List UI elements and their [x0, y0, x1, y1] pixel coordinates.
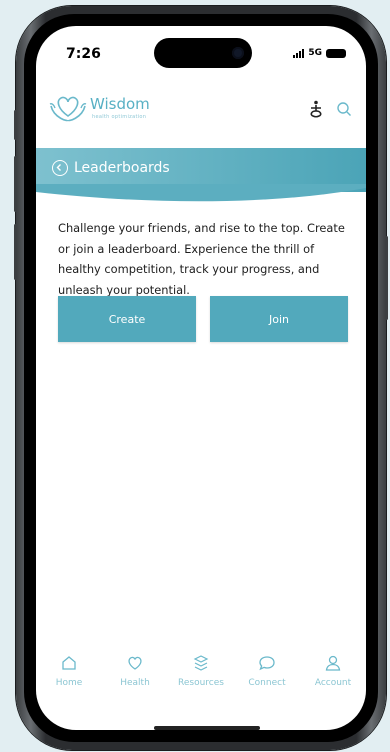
tab-label: Resources — [178, 678, 224, 688]
create-button[interactable]: Create — [58, 296, 196, 342]
dynamic-island — [154, 38, 252, 68]
home-indicator[interactable] — [154, 726, 260, 730]
screen: 7:26 5G Wisdom health optimization Leade… — [36, 26, 366, 730]
volume-down-button — [14, 224, 17, 280]
tab-connect[interactable]: Connect — [234, 654, 300, 704]
signal-icon — [293, 48, 305, 58]
volume-up-button — [14, 156, 17, 212]
action-button — [14, 110, 17, 140]
tab-home[interactable]: Home — [36, 654, 102, 704]
leaderboards-description: Challenge your friends, and rise to the … — [58, 221, 345, 297]
chat-bubble-icon — [259, 656, 275, 671]
phone-bezel: 7:26 5G Wisdom health optimization Leade… — [24, 14, 378, 742]
brand-name: Wisdom — [90, 95, 150, 113]
bottom-tab-bar: Home Health Resources Connect Account — [36, 654, 366, 704]
tab-health[interactable]: Health — [102, 654, 168, 704]
header-actions — [308, 100, 352, 118]
user-icon — [325, 655, 341, 671]
page-title: Leaderboards — [74, 160, 170, 176]
status-time: 7:26 — [66, 46, 101, 62]
wellness-figure-icon[interactable] — [308, 100, 324, 118]
status-indicators: 5G — [293, 48, 346, 58]
heart-icon — [128, 656, 142, 670]
tab-resources[interactable]: Resources — [168, 654, 234, 704]
tab-account[interactable]: Account — [300, 654, 366, 704]
battery-icon — [326, 48, 346, 58]
network-label: 5G — [308, 48, 322, 58]
banner-wave — [36, 184, 366, 202]
tab-label: Connect — [248, 678, 286, 688]
layers-icon — [193, 655, 209, 671]
tab-label: Health — [120, 678, 150, 688]
power-button — [385, 236, 388, 320]
home-icon — [62, 656, 76, 670]
chevron-left-circle-icon[interactable] — [52, 160, 68, 176]
wisdom-logo-icon[interactable] — [48, 92, 88, 122]
join-button[interactable]: Join — [210, 296, 348, 342]
phone-frame: 7:26 5G Wisdom health optimization Leade… — [14, 6, 388, 750]
camera-icon — [232, 47, 244, 59]
tab-label: Home — [55, 678, 83, 688]
tab-label: Account — [314, 678, 352, 688]
brand-tagline: health optimization — [92, 114, 147, 120]
page-title-row[interactable]: Leaderboards — [52, 160, 170, 176]
search-icon[interactable] — [336, 101, 352, 117]
app-header: Wisdom health optimization — [36, 86, 366, 148]
